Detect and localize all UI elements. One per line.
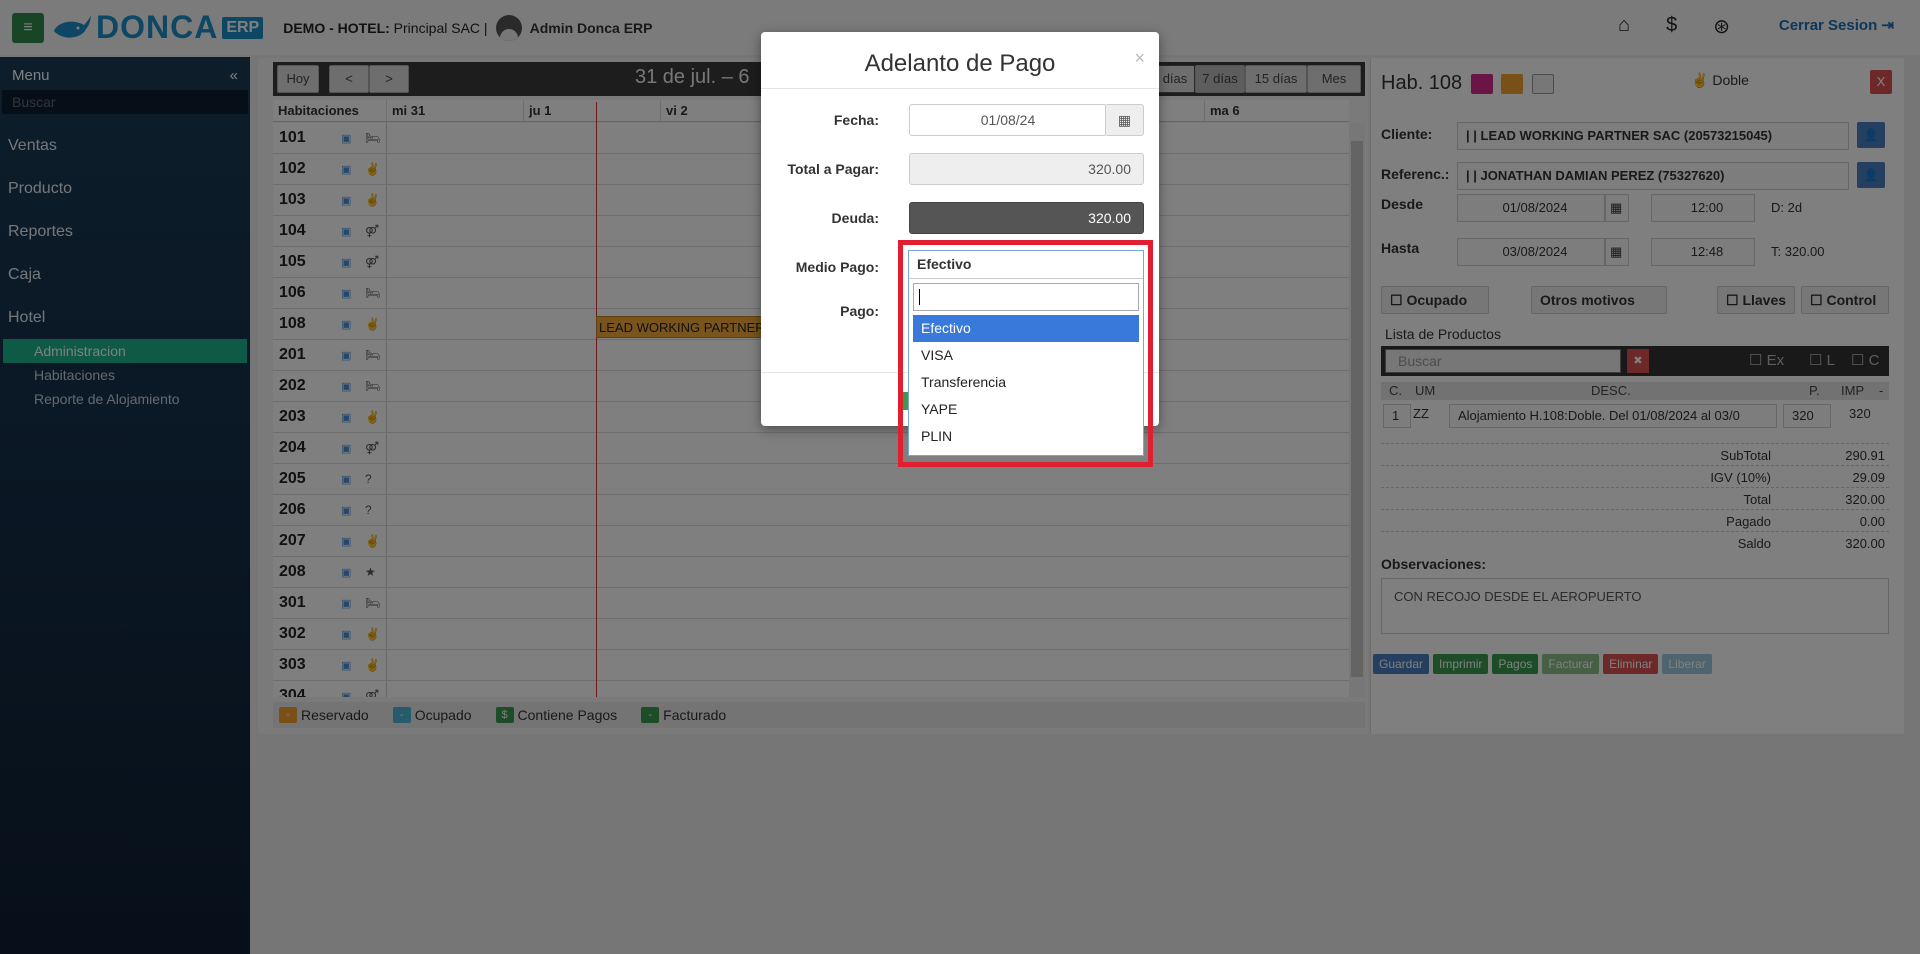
- medio-pago-dropdown[interactable]: Efectivo Efectivo VISA Transferencia YAPE PL…: [908, 250, 1144, 456]
- total-pagar-field: 320.00: [909, 153, 1144, 185]
- total-pagar-label: Total a Pagar:: [787, 161, 879, 177]
- pago-label: Pago:: [840, 303, 879, 319]
- dropdown-search-input[interactable]: [913, 283, 1139, 311]
- medio-pago-label: Medio Pago:: [795, 259, 879, 275]
- dropdown-option[interactable]: VISA: [913, 342, 1139, 369]
- modal-title: Adelanto de Pago: [864, 50, 1056, 77]
- dropdown-options: Efectivo VISA Transferencia YAPE PLIN: [909, 315, 1143, 450]
- dropdown-option[interactable]: YAPE: [913, 396, 1139, 423]
- medio-pago-selected[interactable]: Efectivo: [909, 251, 1143, 279]
- calendar-icon[interactable]: ▦: [1105, 104, 1144, 136]
- dropdown-option[interactable]: Transferencia: [913, 369, 1139, 396]
- fecha-field[interactable]: 01/08/24: [909, 104, 1107, 136]
- deuda-label: Deuda:: [831, 210, 879, 226]
- fecha-label: Fecha:: [833, 112, 879, 128]
- dropdown-option[interactable]: PLIN: [913, 423, 1139, 450]
- dropdown-option[interactable]: Efectivo: [913, 315, 1139, 342]
- deuda-field: 320.00: [909, 202, 1144, 234]
- close-icon[interactable]: ×: [1134, 48, 1145, 69]
